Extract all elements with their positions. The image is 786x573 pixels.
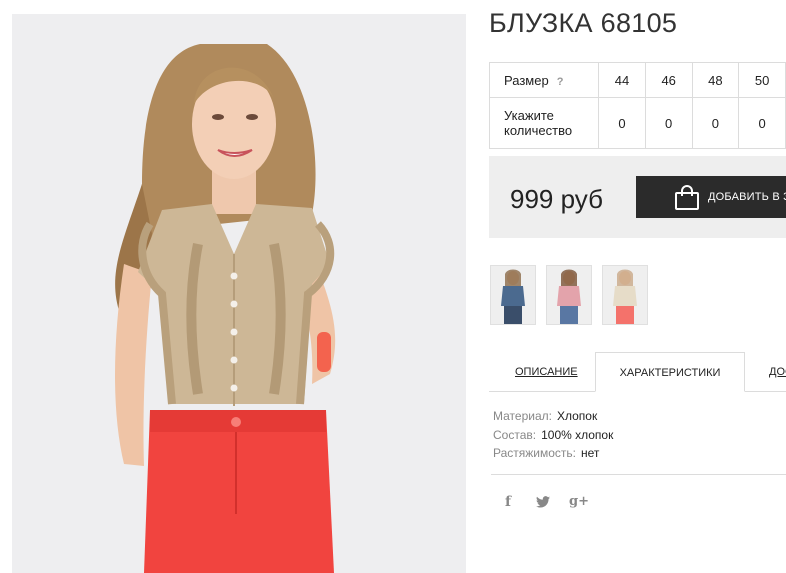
quantity-input-50[interactable]: 0 bbox=[738, 97, 786, 149]
facebook-icon[interactable]: f bbox=[505, 494, 511, 510]
thumbnail-pink-blouse[interactable] bbox=[546, 265, 592, 325]
model-photo-illustration bbox=[12, 14, 466, 573]
characteristic-key: Материал: bbox=[493, 409, 552, 423]
characteristic-value: нет bbox=[581, 446, 600, 460]
tab-description[interactable]: ОПИСАНИЕ bbox=[515, 352, 578, 391]
product-main-image[interactable] bbox=[12, 14, 466, 573]
thumbnail-image bbox=[613, 269, 637, 324]
quantity-input-48[interactable]: 0 bbox=[691, 97, 740, 149]
tab-delivery[interactable]: ДОС bbox=[769, 352, 786, 391]
characteristic-value: 100% хлопок bbox=[541, 427, 614, 442]
quantity-input-46[interactable]: 0 bbox=[644, 97, 693, 149]
size-46: 46 bbox=[644, 62, 693, 98]
characteristic-key: Состав: bbox=[493, 427, 537, 442]
size-label: Размер bbox=[504, 72, 549, 88]
section-divider bbox=[491, 474, 786, 475]
size-quantity-table: Размер? 44 46 48 50 Укажите количество 0… bbox=[488, 62, 786, 149]
quantity-input-44[interactable]: 0 bbox=[598, 97, 646, 149]
thumbnail-image bbox=[557, 269, 581, 324]
size-44: 44 bbox=[598, 62, 646, 98]
characteristic-row: Материал: Хлопок bbox=[493, 407, 613, 426]
add-to-cart-button[interactable]: ДОБАВИТЬ В З bbox=[636, 176, 786, 218]
characteristic-key: Растяжимость: bbox=[493, 446, 577, 460]
quantity-label: Укажите количество bbox=[488, 97, 600, 149]
size-48: 48 bbox=[691, 62, 740, 98]
price-box: 999 руб ДОБАВИТЬ В З bbox=[489, 156, 786, 238]
thumbnail-beige-blouse[interactable] bbox=[602, 265, 648, 325]
product-tabs: ОПИСАНИЕ ХАРАКТЕРИСТИКИ ДОС bbox=[489, 352, 786, 392]
google-plus-icon[interactable]: g+ bbox=[569, 494, 589, 509]
twitter-icon[interactable] bbox=[536, 496, 550, 508]
size-50: 50 bbox=[738, 62, 786, 98]
add-to-cart-label: ДОБАВИТЬ В З bbox=[708, 191, 786, 203]
size-help-icon[interactable]: ? bbox=[557, 76, 564, 88]
product-title: БЛУЗКА 68105 bbox=[489, 8, 678, 38]
characteristic-row: Растяжимость: нет bbox=[493, 444, 613, 463]
size-label-cell: Размер? bbox=[488, 62, 600, 98]
thumbnail-image bbox=[501, 269, 525, 324]
product-price: 999 руб bbox=[510, 184, 603, 214]
thumbnail-blue-blouse[interactable] bbox=[490, 265, 536, 325]
characteristic-value: Хлопок bbox=[556, 409, 598, 423]
shopping-bag-icon bbox=[675, 185, 699, 210]
characteristic-row: Состав: 100% хлопок bbox=[493, 426, 613, 445]
tab-characteristics[interactable]: ХАРАКТЕРИСТИКИ bbox=[595, 352, 745, 392]
characteristics-list: Материал: Хлопок Состав: 100% хлопок Растя… bbox=[493, 407, 613, 463]
